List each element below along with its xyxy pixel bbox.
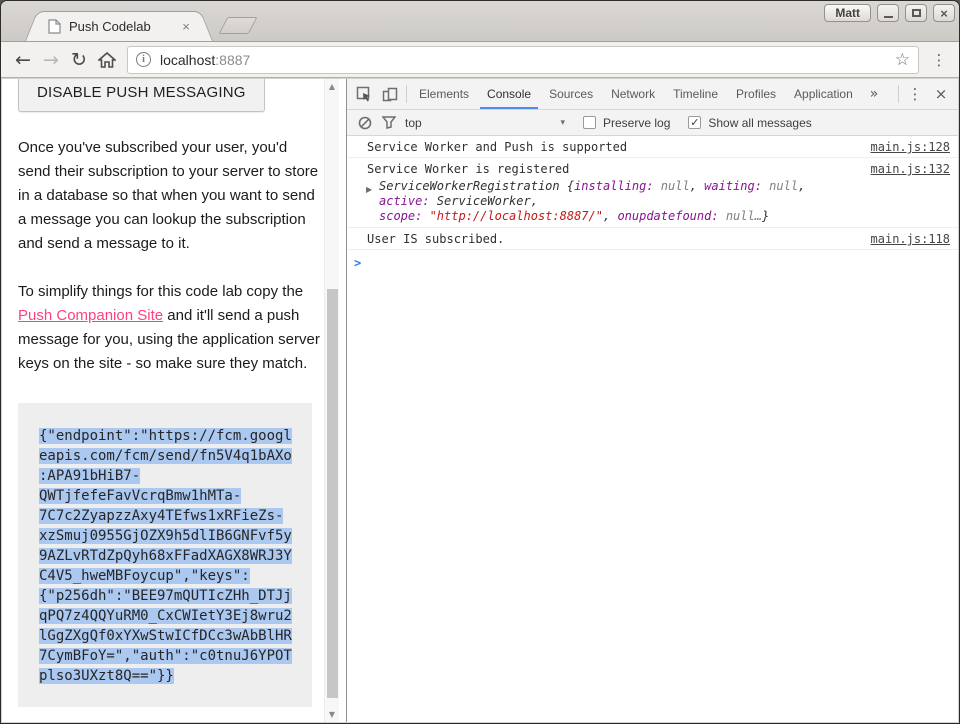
- show-all-messages-checkbox[interactable]: ✓ Show all messages: [688, 116, 811, 130]
- window-controls: Matt ×: [824, 4, 955, 22]
- devtools-menu-icon[interactable]: ⋮: [902, 79, 928, 109]
- page-viewport: DISABLE PUSH MESSAGING Once you've subsc…: [2, 79, 347, 722]
- push-companion-link[interactable]: Push Companion Site: [18, 307, 163, 324]
- preview-prop: installing:: [574, 179, 653, 193]
- new-tab-button[interactable]: [218, 17, 257, 34]
- tab-elements[interactable]: Elements: [412, 79, 476, 109]
- browser-toolbar: ← → ↻ i localhost:8887 ☆ ⋮: [1, 41, 959, 78]
- close-button[interactable]: ×: [933, 4, 955, 22]
- titlebar: Push Codelab × Matt ×: [1, 1, 959, 41]
- browser-window: Push Codelab × Matt × ← → ↻ i localhost:…: [0, 0, 960, 724]
- content-area: DISABLE PUSH MESSAGING Once you've subsc…: [2, 79, 958, 722]
- subscription-code-block[interactable]: {"endpoint":"https://fcm.googl eapis.com…: [18, 403, 312, 707]
- devtools-close-icon[interactable]: ×: [928, 79, 954, 109]
- preserve-log-label: Preserve log: [603, 116, 670, 130]
- console-log: Service Worker and Push is supported mai…: [347, 136, 958, 722]
- page-favicon-icon: [48, 19, 61, 34]
- browser-tab[interactable]: Push Codelab ×: [39, 11, 199, 41]
- tab-timeline[interactable]: Timeline: [666, 79, 725, 109]
- preview-class: ServiceWorkerRegistration: [379, 179, 567, 193]
- context-label: top: [405, 116, 560, 130]
- console-message-row: Service Worker is registered ▶ ServiceWor…: [347, 158, 958, 228]
- device-toolbar-icon[interactable]: [377, 79, 403, 109]
- paragraph-companion-before: To simplify things for this code lab cop…: [18, 283, 303, 300]
- toolbar-divider: [406, 85, 407, 103]
- tab-close-icon[interactable]: ×: [178, 19, 194, 35]
- toolbar-divider: [898, 85, 899, 103]
- address-bar[interactable]: i localhost:8887 ☆: [127, 46, 919, 74]
- object-preview[interactable]: ▶ServiceWorkerRegistration {installing: …: [367, 179, 859, 224]
- disable-push-button[interactable]: DISABLE PUSH MESSAGING: [18, 79, 265, 112]
- expand-triangle-icon[interactable]: ▶: [366, 182, 372, 197]
- console-message-text: User IS subscribed.: [367, 232, 504, 246]
- tab-sources[interactable]: Sources: [542, 79, 600, 109]
- url-text[interactable]: localhost:8887: [160, 52, 895, 68]
- scroll-down-icon[interactable]: ▼: [325, 710, 339, 719]
- tab-title: Push Codelab: [69, 19, 178, 34]
- console-message-row: Service Worker and Push is supported mai…: [347, 136, 958, 158]
- more-tabs-icon[interactable]: »: [862, 79, 887, 109]
- page-scrollbar[interactable]: ▲ ▼: [324, 79, 339, 722]
- filter-icon[interactable]: [377, 116, 401, 129]
- scroll-up-icon[interactable]: ▲: [325, 82, 339, 91]
- preview-prop: onupdatefound:: [617, 209, 718, 223]
- minimize-icon: [884, 16, 893, 18]
- browser-menu-icon[interactable]: ⋮: [927, 51, 951, 69]
- console-message-row: User IS subscribed. main.js:118: [347, 228, 958, 250]
- console-prompt[interactable]: >: [347, 250, 958, 276]
- tab-network[interactable]: Network: [604, 79, 662, 109]
- devtools-toolbar: Elements Console Sources Network Timelin…: [347, 79, 958, 110]
- preview-prop: active:: [379, 194, 430, 208]
- page-info-icon[interactable]: i: [136, 52, 151, 67]
- paragraph-subscription: Once you've subscribed your user, you'd …: [18, 136, 320, 256]
- paragraph-companion: To simplify things for this code lab cop…: [18, 280, 320, 376]
- prompt-chevron-icon: >: [354, 256, 361, 270]
- preview-prop: waiting:: [704, 179, 762, 193]
- url-host: localhost: [160, 52, 215, 68]
- profile-button[interactable]: Matt: [824, 4, 871, 22]
- console-filter-bar: top ▾ Preserve log ✓ Show all messages: [347, 110, 958, 136]
- console-message-text: Service Worker is registered: [367, 162, 569, 176]
- url-port: :8887: [215, 52, 250, 68]
- devtools-tabs: Elements Console Sources Network Timelin…: [410, 79, 862, 109]
- source-link[interactable]: main.js:118: [871, 232, 950, 246]
- home-icon[interactable]: [93, 46, 121, 74]
- back-icon[interactable]: ←: [9, 46, 37, 74]
- maximize-icon: [912, 9, 921, 17]
- console-message-text: Service Worker and Push is supported: [367, 140, 627, 154]
- chevron-down-icon: ▾: [560, 118, 565, 128]
- preserve-log-checkbox[interactable]: Preserve log: [583, 116, 670, 130]
- tab-application[interactable]: Application: [787, 79, 860, 109]
- show-all-messages-label: Show all messages: [708, 116, 811, 130]
- checkbox-checked-icon[interactable]: ✓: [688, 116, 701, 129]
- bookmark-star-icon[interactable]: ☆: [895, 50, 910, 70]
- execution-context-select[interactable]: top ▾: [405, 116, 565, 130]
- forward-icon[interactable]: →: [37, 46, 65, 74]
- reload-icon[interactable]: ↻: [65, 46, 93, 74]
- scrollbar-thumb[interactable]: [327, 289, 338, 698]
- tab-profiles[interactable]: Profiles: [729, 79, 783, 109]
- minimize-button[interactable]: [877, 4, 899, 22]
- checkbox-unchecked-icon[interactable]: [583, 116, 596, 129]
- tab-console[interactable]: Console: [480, 79, 538, 109]
- preview-prop: scope:: [379, 209, 422, 223]
- clear-console-icon[interactable]: [353, 116, 377, 130]
- source-link[interactable]: main.js:128: [871, 140, 950, 154]
- source-link[interactable]: main.js:132: [871, 162, 950, 176]
- maximize-button[interactable]: [905, 4, 927, 22]
- devtools-panel: Elements Console Sources Network Timelin…: [347, 79, 958, 722]
- inspect-element-icon[interactable]: [351, 79, 377, 109]
